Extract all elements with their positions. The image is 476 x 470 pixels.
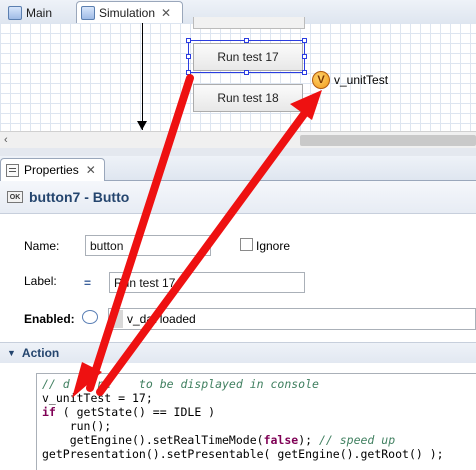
run-test-18-button[interactable]: Run test 18	[193, 84, 303, 112]
button-type-icon: OK	[7, 191, 23, 203]
partial-button[interactable]	[193, 17, 305, 29]
label-label: Label:	[24, 274, 57, 288]
code-line: getEngine().setRealTimeMode(	[42, 433, 264, 447]
close-icon[interactable]: ✕	[86, 163, 96, 177]
action-section-header[interactable]: ▼ Action	[0, 342, 476, 363]
close-icon[interactable]: ✕	[161, 6, 171, 20]
ignore-checkbox[interactable]	[240, 238, 253, 251]
code-keyword: false	[263, 433, 299, 447]
resize-handle[interactable]	[186, 38, 191, 43]
code-line: v_unitTest = 17;	[42, 391, 153, 405]
tab-main-label: Main	[26, 5, 53, 20]
variable-v-unittest[interactable]: V v_unitTest	[312, 71, 388, 89]
enabled-label: Enabled:	[24, 312, 75, 326]
properties-tab-bar: Properties ✕	[0, 156, 476, 181]
resize-handle[interactable]	[186, 70, 191, 75]
resize-handle[interactable]	[302, 38, 307, 43]
ignore-label: Ignore	[256, 239, 291, 253]
variable-label: v_unitTest	[334, 73, 389, 87]
action-code-editor[interactable]: // d ne to be displayed in console v_uni…	[36, 373, 476, 470]
code-line: getPresentation().setPresentable( getEng…	[42, 447, 444, 461]
scrollbar-thumb[interactable]	[300, 135, 476, 146]
tab-main[interactable]: Main	[4, 2, 74, 23]
variable-icon: V	[312, 71, 330, 89]
tab-properties[interactable]: Properties ✕	[0, 158, 105, 181]
run-test-18-label: Run test 18	[217, 91, 279, 105]
resize-handle[interactable]	[302, 70, 307, 75]
code-comment: // speed up	[318, 433, 396, 447]
code-line: ( getState() == IDLE )	[55, 405, 216, 419]
resize-handle[interactable]	[244, 70, 249, 75]
resize-handle[interactable]	[244, 38, 249, 43]
code-line: );	[298, 433, 319, 447]
model-icon	[8, 5, 22, 20]
resize-handle[interactable]	[186, 54, 191, 59]
static-value-icon[interactable]: =	[84, 276, 91, 290]
action-section-title: Action	[21, 346, 60, 360]
name-field[interactable]: button	[85, 235, 211, 256]
graphical-editor-canvas[interactable]: Run test 17 Run test 18 V v_unitTest	[0, 17, 476, 131]
horizontal-scrollbar[interactable]: ‹	[0, 131, 476, 149]
code-comment: // d ne to be displayed in console	[42, 377, 319, 391]
selection-outline	[186, 38, 307, 75]
connector-line	[142, 23, 143, 130]
name-label: Name:	[24, 239, 60, 253]
code-line: run();	[42, 419, 112, 433]
tab-properties-label: Properties	[24, 163, 79, 177]
properties-icon	[6, 163, 19, 177]
arrow-head-icon	[137, 121, 147, 130]
code-keyword: if	[42, 405, 56, 419]
simulation-icon	[81, 6, 95, 20]
properties-title: button7 - Butto	[29, 189, 130, 205]
chevron-down-icon[interactable]: ▼	[7, 348, 16, 358]
dynamic-value-icon[interactable]	[82, 310, 98, 324]
enabled-field[interactable]: v_dat loaded	[108, 308, 476, 330]
tab-simulation[interactable]: Simulation ✕	[76, 1, 183, 24]
label-field[interactable]: Run test 17	[109, 272, 305, 293]
tab-simulation-label: Simulation	[99, 6, 156, 20]
resize-handle[interactable]	[302, 54, 307, 59]
field-marker	[111, 310, 123, 328]
properties-title-bar: OK button7 - Butto	[0, 181, 476, 214]
enabled-value: v_dat loaded	[127, 312, 196, 326]
scroll-left-icon[interactable]: ‹	[4, 134, 8, 146]
